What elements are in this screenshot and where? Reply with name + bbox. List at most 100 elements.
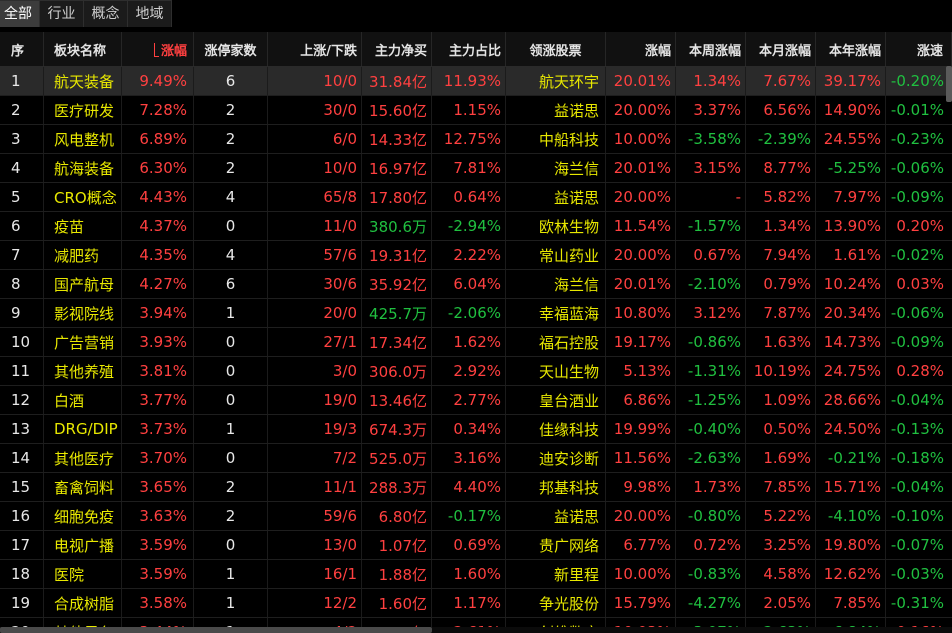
sector-name[interactable]: 电视广播 [44,531,122,559]
leading-stock[interactable]: 争光股份 [506,589,606,617]
leading-stock[interactable]: 天山生物 [506,357,606,385]
week-change: 0.72% [676,531,746,559]
main-net-buy: 17.80亿 [362,183,432,211]
sector-name[interactable]: 广告营销 [44,328,122,356]
table-row[interactable]: 7 减肥药 4.35% 4 57/6 19.31亿 2.22% 常山药业 20.00% 0.67%… [0,241,952,270]
leading-stock[interactable]: 海兰信 [506,270,606,298]
table-body: 1 航天装备 9.49% 6 10/0 31.84亿 11.93% 航天环宇 20.01% 1.3… [0,67,952,633]
vertical-scrollbar-thumb[interactable] [946,66,952,102]
leading-stock[interactable]: 新里程 [506,560,606,588]
tab-all[interactable]: 全部 [0,0,40,27]
month-change: -2.39% [746,125,816,153]
table-row[interactable]: 12 白酒 3.77% 0 19/0 13.46亿 2.77% 皇台酒业 6.86% -1.25%… [0,386,952,415]
sector-name[interactable]: 影视院线 [44,299,122,327]
sector-name[interactable]: 航海装备 [44,154,122,182]
col-header-month-change[interactable]: 本月涨幅 [746,32,816,66]
col-header-leading-stock[interactable]: 领涨股票 [506,32,606,66]
col-header-up-down[interactable]: 上涨/下跌 [268,32,362,66]
table-row[interactable]: 5 CRO概念 4.43% 4 65/8 17.80亿 0.64% 益诺思 20.00% -5.8… [0,183,952,212]
table-row[interactable]: 17 电视广播 3.59% 0 13/0 1.07亿 0.69% 贵广网络 6.77% 0.72%… [0,531,952,560]
sector-name[interactable]: 风电整机 [44,125,122,153]
year-change: -4.10% [816,502,886,530]
col-header-main-net-buy[interactable]: 主力净买 [362,32,432,66]
month-change: 7.67% [746,67,816,95]
table-row[interactable]: 6 疫苗 4.37% 0 11/0 380.6万 -2.94% 欧林生物 11.54% -1.57… [0,212,952,241]
col-header-week-change[interactable]: 本周涨幅 [676,32,746,66]
leading-stock[interactable]: 福石控股 [506,328,606,356]
col-header-change[interactable]: 涨幅 [122,32,194,66]
leading-stock[interactable]: 航天环宇 [506,67,606,95]
table-row[interactable]: 15 畜禽饲料 3.65% 2 11/1 288.3万 4.40% 邦基科技 9.98% 1.73… [0,473,952,502]
leading-stock[interactable]: 佳缘科技 [506,415,606,443]
col-header-limit-up-count[interactable]: 涨停家数 [194,32,268,66]
stock-change: 20.00% [606,241,676,269]
table-row[interactable]: 1 航天装备 9.49% 6 10/0 31.84亿 11.93% 航天环宇 20.01% 1.3… [0,67,952,96]
sort-desc-icon [153,43,159,57]
leading-stock[interactable]: 益诺思 [506,96,606,124]
year-change: 24.75% [816,357,886,385]
up-down-count: 11/0 [268,212,362,240]
leading-stock[interactable]: 益诺思 [506,502,606,530]
week-change: -2.10% [676,270,746,298]
col-header-stock-change[interactable]: 涨幅 [606,32,676,66]
sector-name[interactable]: 畜禽饲料 [44,473,122,501]
sector-name[interactable]: 疫苗 [44,212,122,240]
year-change: 15.71% [816,473,886,501]
table-row[interactable]: 19 合成树脂 3.58% 1 12/2 1.60亿 1.17% 争光股份 15.79% -4.2… [0,589,952,618]
col-header-sector-name[interactable]: 板块名称 [44,32,122,66]
speed: -0.20% [890,72,944,90]
sector-name[interactable]: 合成树脂 [44,589,122,617]
limit-up-count: 0 [194,386,268,414]
leading-stock[interactable]: 皇台酒业 [506,386,606,414]
tab-industry[interactable]: 行业 [40,0,84,27]
table-header: 序 板块名称 涨幅 涨停家数 上涨/下跌 主力净买 主力占比 领涨股票 涨幅 本… [0,32,952,67]
col-header-year-change[interactable]: 本年涨幅 [816,32,886,66]
sector-name[interactable]: 医院 [44,560,122,588]
sector-name[interactable]: DRG/DIP [44,415,122,443]
main-net-buy: 525.0万 [362,444,432,472]
sector-name[interactable]: 细胞免疫 [44,502,122,530]
sector-name[interactable]: 减肥药 [44,241,122,269]
year-change: 10.24% [816,270,886,298]
tab-region[interactable]: 地域 [128,0,172,27]
col-header-seq[interactable]: 序 [0,32,44,66]
table-row[interactable]: 9 影视院线 3.94% 1 20/0 425.7万 -2.06% 幸福蓝海 10.80% 3.1… [0,299,952,328]
table-row[interactable]: 13 DRG/DIP 3.73% 1 19/3 674.3万 0.34% 佳缘科技 19.99%… [0,415,952,444]
sector-name[interactable]: 白酒 [44,386,122,414]
leading-stock[interactable]: 益诺思 [506,183,606,211]
sector-change: 3.59% [122,531,194,559]
horizontal-scrollbar-thumb[interactable] [0,627,432,633]
leading-stock[interactable]: 迪安诊断 [506,444,606,472]
sector-name[interactable]: 航天装备 [44,67,122,95]
leading-stock[interactable]: 常山药业 [506,241,606,269]
week-change: 1.73% [676,473,746,501]
leading-stock[interactable]: 海兰信 [506,154,606,182]
leading-stock[interactable]: 幸福蓝海 [506,299,606,327]
leading-stock[interactable]: 中船科技 [506,125,606,153]
speed: -0.31% [890,594,944,612]
sector-name[interactable]: CRO概念 [44,183,122,211]
table-row[interactable]: 2 医疗研发 7.28% 2 30/0 15.60亿 1.15% 益诺思 20.00% 3.37%… [0,96,952,125]
table-row[interactable]: 14 其他医疗 3.70% 0 7/2 525.0万 3.16% 迪安诊断 11.56% -2.6… [0,444,952,473]
table-row[interactable]: 3 风电整机 6.89% 2 6/0 14.33亿 12.75% 中船科技 10.00% -3.5… [0,125,952,154]
leading-stock[interactable]: 欧林生物 [506,212,606,240]
sector-name[interactable]: 其他养殖 [44,357,122,385]
table-row[interactable]: 18 医院 3.59% 1 16/1 1.88亿 1.60% 新里程 10.00% -0.83% 4… [0,560,952,589]
leading-stock[interactable]: 邦基科技 [506,473,606,501]
col-header-speed[interactable]: 涨速 [886,32,952,66]
sector-name[interactable]: 国产航母 [44,270,122,298]
table-row[interactable]: 16 细胞免疫 3.63% 2 59/6 6.80亿 -0.17% 益诺思 20.00% -0.8… [0,502,952,531]
year-change: 28.66% [816,386,886,414]
tab-concept[interactable]: 概念 [84,0,128,27]
table-row[interactable]: 10 广告营销 3.93% 0 27/1 17.34亿 1.62% 福石控股 19.17% -0.… [0,328,952,357]
week-change: - [676,183,746,211]
table-row[interactable]: 11 其他养殖 3.81% 0 3/0 306.0万 2.92% 天山生物 5.13% -1.31… [0,357,952,386]
sector-name[interactable]: 其他医疗 [44,444,122,472]
col-header-main-ratio[interactable]: 主力占比 [432,32,506,66]
up-down-count: 13/0 [268,531,362,559]
sector-change: 3.70% [122,444,194,472]
sector-name[interactable]: 医疗研发 [44,96,122,124]
leading-stock[interactable]: 贵广网络 [506,531,606,559]
table-row[interactable]: 4 航海装备 6.30% 2 10/0 16.97亿 7.81% 海兰信 20.01% 3.15%… [0,154,952,183]
table-row[interactable]: 8 国产航母 4.27% 6 30/6 35.92亿 6.04% 海兰信 20.01% -2.10… [0,270,952,299]
